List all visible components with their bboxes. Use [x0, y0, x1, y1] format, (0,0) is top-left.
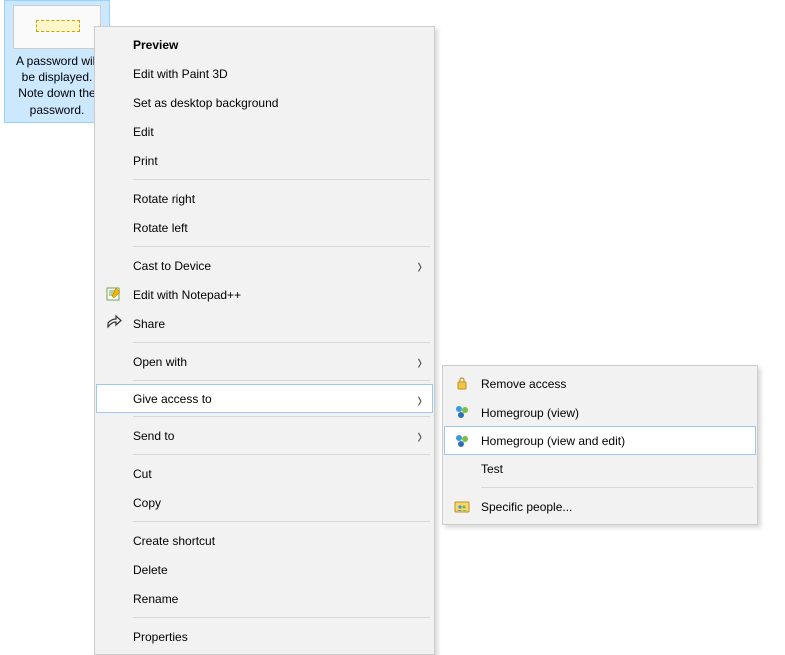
context-menu: Preview Edit with Paint 3D Set as desktop …: [94, 26, 435, 655]
context-submenu-give-access-to: Remove access Homegroup (view) Homegroup (…: [442, 365, 758, 525]
context-menu-item-rename[interactable]: Rename: [97, 584, 432, 613]
chevron-right-icon: ›: [417, 252, 422, 278]
context-menu-separator: [133, 521, 430, 522]
chevron-right-icon: ›: [417, 386, 422, 412]
menu-item-label: Edit with Notepad++: [133, 288, 241, 302]
menu-item-label: Specific people...: [481, 500, 572, 514]
menu-item-label: Rename: [133, 592, 178, 606]
submenu-separator: [481, 487, 753, 488]
menu-item-label: Send to: [133, 429, 174, 443]
submenu-item-specific-people[interactable]: Specific people...: [445, 492, 755, 521]
context-menu-item-open-with[interactable]: Open with ›: [97, 347, 432, 376]
context-menu-separator: [133, 342, 430, 343]
file-thumbnail: [13, 5, 101, 49]
menu-item-label: Properties: [133, 630, 188, 644]
context-menu-separator: [133, 380, 430, 381]
menu-item-label: Homegroup (view): [481, 406, 579, 420]
menu-item-label: Copy: [133, 496, 161, 510]
context-menu-item-edit-with-paint-3d[interactable]: Edit with Paint 3D: [97, 59, 432, 88]
context-menu-item-give-access-to[interactable]: Give access to ›: [96, 384, 433, 413]
context-menu-item-create-shortcut[interactable]: Create shortcut: [97, 526, 432, 555]
context-menu-item-rotate-right[interactable]: Rotate right: [97, 184, 432, 213]
notepadpp-icon: [105, 285, 123, 303]
menu-item-label: Preview: [133, 38, 178, 52]
context-menu-item-copy[interactable]: Copy: [97, 488, 432, 517]
menu-item-label: Edit with Paint 3D: [133, 67, 228, 81]
homegroup-icon: [453, 403, 471, 421]
menu-item-label: Print: [133, 154, 158, 168]
context-menu-item-edit-with-notepad[interactable]: Edit with Notepad++: [97, 280, 432, 309]
submenu-item-remove-access[interactable]: Remove access: [445, 369, 755, 398]
context-menu-item-print[interactable]: Print: [97, 146, 432, 175]
context-menu-item-delete[interactable]: Delete: [97, 555, 432, 584]
context-menu-item-rotate-left[interactable]: Rotate left: [97, 213, 432, 242]
submenu-item-homegroup-view-and-edit[interactable]: Homegroup (view and edit): [444, 426, 756, 455]
context-menu-item-edit[interactable]: Edit: [97, 117, 432, 146]
menu-item-label: Test: [481, 462, 503, 476]
context-menu-item-send-to[interactable]: Send to ›: [97, 421, 432, 450]
menu-item-label: Rotate left: [133, 221, 188, 235]
share-icon: [105, 314, 123, 332]
menu-item-label: Rotate right: [133, 192, 195, 206]
homegroup-icon: [453, 432, 471, 450]
context-menu-item-preview[interactable]: Preview: [97, 30, 432, 59]
context-menu-separator: [133, 179, 430, 180]
menu-item-label: Cast to Device: [133, 259, 211, 273]
context-menu-item-set-as-desktop-background[interactable]: Set as desktop background: [97, 88, 432, 117]
lock-icon: [453, 374, 471, 392]
people-icon: [453, 497, 471, 515]
thumbnail-preview: [36, 20, 80, 32]
menu-item-label: Edit: [133, 125, 154, 139]
menu-item-label: Open with: [133, 355, 187, 369]
menu-item-label: Cut: [133, 467, 152, 481]
context-menu-item-properties[interactable]: Properties: [97, 622, 432, 651]
menu-item-label: Homegroup (view and edit): [481, 434, 625, 448]
submenu-item-test[interactable]: Test: [445, 454, 755, 483]
menu-item-label: Create shortcut: [133, 534, 215, 548]
context-menu-item-share[interactable]: Share: [97, 309, 432, 338]
context-menu-separator: [133, 246, 430, 247]
context-menu-item-cut[interactable]: Cut: [97, 459, 432, 488]
context-menu-separator: [133, 416, 430, 417]
menu-item-label: Share: [133, 317, 165, 331]
menu-item-label: Remove access: [481, 377, 566, 391]
context-menu-item-cast-to-device[interactable]: Cast to Device ›: [97, 251, 432, 280]
context-menu-separator: [133, 454, 430, 455]
menu-item-label: Set as desktop background: [133, 96, 278, 110]
menu-item-label: Delete: [133, 563, 168, 577]
submenu-item-homegroup-view[interactable]: Homegroup (view): [445, 398, 755, 427]
context-menu-separator: [133, 617, 430, 618]
chevron-right-icon: ›: [417, 348, 422, 374]
menu-item-label: Give access to: [133, 392, 212, 406]
chevron-right-icon: ›: [417, 422, 422, 448]
file-label: A password will be displayed. Note down …: [9, 53, 105, 118]
